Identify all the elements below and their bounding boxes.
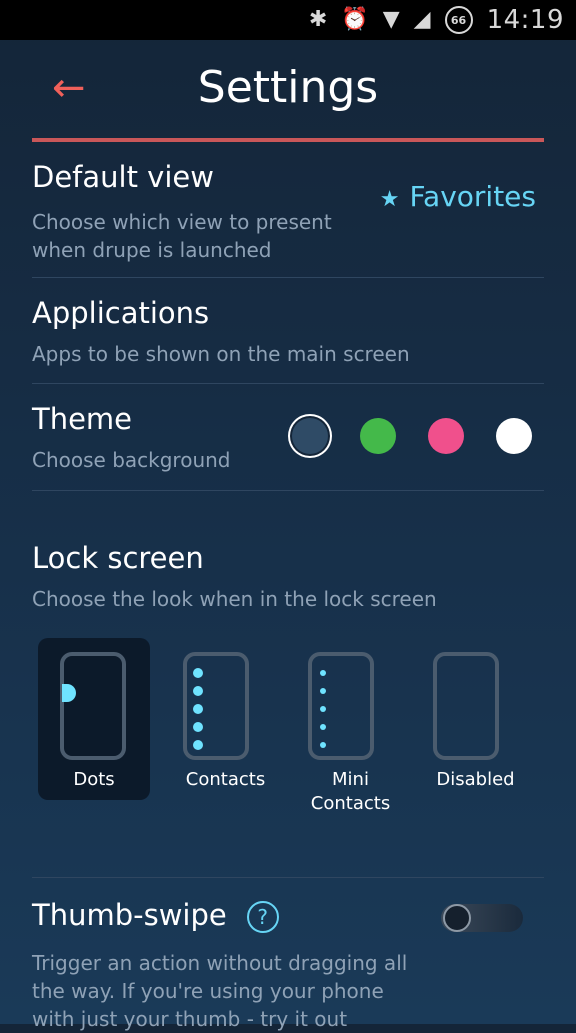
lock-option-dots[interactable]: Dots xyxy=(38,638,150,800)
applications-title: Applications xyxy=(32,296,210,330)
lock-option-disabled[interactable]: Disabled xyxy=(413,638,538,800)
lock-screen-options: Dots Contacts Mini Contacts Disabled xyxy=(38,638,538,814)
battery-level: 66 xyxy=(450,13,467,27)
lock-option-label: Disabled xyxy=(436,769,515,790)
lock-screen-title: Lock screen xyxy=(32,541,204,575)
signal-icon: ◢ xyxy=(413,7,431,32)
theme-swatch-blue[interactable] xyxy=(292,418,328,454)
dot-icon xyxy=(320,706,326,712)
thumb-swipe-title: Thumb-swipe xyxy=(32,898,227,932)
lock-screen-setting: Lock screen Choose the look when in the … xyxy=(32,541,544,621)
star-icon: ★ xyxy=(379,187,400,212)
lock-option-label: Dots xyxy=(73,769,115,790)
theme-swatches xyxy=(292,418,532,454)
phone-preview-icon xyxy=(60,652,126,760)
applications-setting[interactable]: Applications Apps to be shown on the mai… xyxy=(32,296,544,381)
theme-swatch-pink[interactable] xyxy=(428,418,464,454)
dot-icon xyxy=(320,724,326,730)
default-view-value[interactable]: ★ Favorites xyxy=(380,180,536,213)
header: ← Settings xyxy=(0,40,576,140)
dot-icon xyxy=(193,740,203,750)
default-view-subtitle: Choose which view to present when drupe … xyxy=(32,210,332,262)
wifi-icon: ▼ xyxy=(382,7,400,32)
toggle-knob xyxy=(443,904,471,932)
dot-icon xyxy=(193,686,203,696)
dot-icon xyxy=(320,688,326,694)
alarm-icon: ⏰ xyxy=(341,7,369,32)
battery-icon: 66 xyxy=(444,6,473,34)
phone-preview-icon xyxy=(308,652,374,760)
lock-option-contacts[interactable]: Contacts xyxy=(163,638,288,800)
lock-option-label: Mini Contacts xyxy=(310,769,391,814)
lock-option-label: Contacts xyxy=(185,769,266,790)
dot-icon xyxy=(320,742,326,748)
lock-option-mini-contacts[interactable]: Mini Contacts xyxy=(288,638,413,814)
divider xyxy=(32,277,544,278)
dot-icon xyxy=(193,668,203,678)
theme-swatch-white[interactable] xyxy=(496,418,532,454)
phone-preview-icon xyxy=(433,652,499,760)
default-view-value-label: Favorites xyxy=(409,180,536,213)
phone-preview-icon xyxy=(183,652,249,760)
status-bar: ✱ ⏰ ▼ ◢ 66 14:19 xyxy=(0,0,576,40)
theme-swatch-green[interactable] xyxy=(360,418,396,454)
thumb-swipe-subtitle: Trigger an action without dragging all t… xyxy=(32,951,408,1031)
theme-setting: Theme Choose background xyxy=(32,402,544,487)
divider xyxy=(32,383,544,384)
applications-subtitle: Apps to be shown on the main screen xyxy=(32,342,410,366)
divider xyxy=(32,877,544,878)
divider xyxy=(32,490,544,491)
dot-icon xyxy=(193,722,203,732)
dot-icon xyxy=(320,670,326,676)
bluetooth-icon: ✱ xyxy=(308,7,328,32)
help-icon[interactable]: ? xyxy=(246,901,279,933)
default-view-setting[interactable]: Default view Choose which view to presen… xyxy=(32,160,544,275)
page-title: Settings xyxy=(197,62,379,113)
dot-icon xyxy=(193,704,203,714)
thumb-swipe-toggle[interactable] xyxy=(441,900,523,936)
clock: 14:19 xyxy=(486,5,564,35)
header-divider xyxy=(32,138,544,142)
dot-icon xyxy=(62,684,76,702)
lock-screen-subtitle: Choose the look when in the lock screen xyxy=(32,587,437,611)
